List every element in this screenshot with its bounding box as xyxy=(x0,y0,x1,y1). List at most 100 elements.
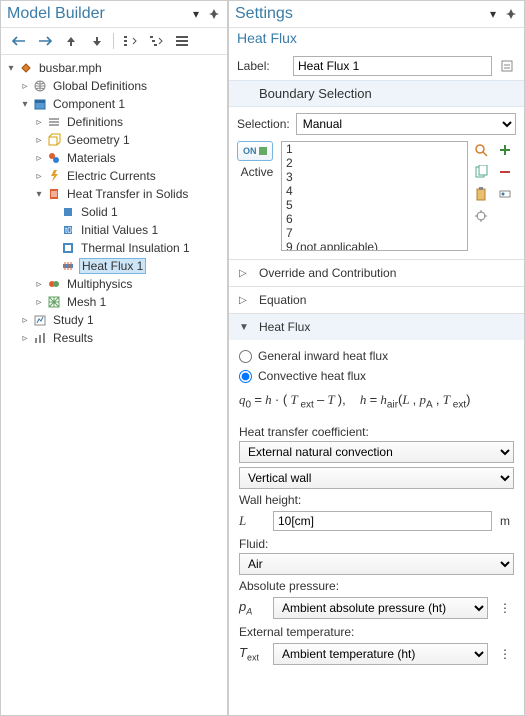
expand-tree-button[interactable] xyxy=(144,31,168,51)
wall-dropdown[interactable]: Vertical wall xyxy=(239,467,514,489)
wallheight-unit: m xyxy=(500,514,514,528)
label-menu-icon[interactable] xyxy=(498,57,516,75)
selection-listbox[interactable]: 12345679 (not applicable) xyxy=(281,141,468,251)
list-item[interactable]: 9 (not applicable) xyxy=(282,240,467,251)
crosshair-icon[interactable] xyxy=(472,207,490,225)
fluid-dropdown[interactable]: Air xyxy=(239,553,514,575)
tree-item[interactable]: ▾ Component 1 xyxy=(3,95,225,113)
pin-icon[interactable] xyxy=(504,7,518,21)
radio-general-row[interactable]: General inward heat flux xyxy=(239,346,514,366)
tree-item-label: Component 1 xyxy=(51,97,127,111)
ext-symbol: Text xyxy=(239,645,265,663)
toggle-sel-icon[interactable] xyxy=(496,185,514,203)
twisty-icon[interactable]: ▾ xyxy=(19,99,31,110)
iv-icon: t0 xyxy=(60,222,76,238)
radio-convective[interactable] xyxy=(239,370,252,383)
list-item[interactable]: 1 xyxy=(282,142,467,156)
selection-dropdown[interactable]: Manual xyxy=(296,113,516,135)
wallheight-input[interactable] xyxy=(273,511,492,531)
solid-icon xyxy=(60,204,76,220)
collapse-icon[interactable]: ▾ xyxy=(486,7,500,21)
ti-icon xyxy=(60,240,76,256)
ec-icon xyxy=(46,168,62,184)
twisty-icon[interactable]: ▹ xyxy=(33,297,45,308)
copy-icon[interactable] xyxy=(472,163,490,181)
tree-item[interactable]: ·t0Initial Values 1 xyxy=(3,221,225,239)
tree-item[interactable]: ▹ Multiphysics xyxy=(3,275,225,293)
tree-item[interactable]: ·Heat Flux 1 xyxy=(3,257,225,275)
tree-item[interactable]: ▹ Definitions xyxy=(3,113,225,131)
down-button[interactable] xyxy=(85,31,109,51)
tree-item[interactable]: ▹Results xyxy=(3,329,225,347)
twisty-icon[interactable]: ▹ xyxy=(33,279,45,290)
res-icon xyxy=(32,330,48,346)
collapse-tree-button[interactable] xyxy=(118,31,142,51)
hf-icon xyxy=(60,258,76,274)
tree-item-label: Mesh 1 xyxy=(65,295,108,309)
list-item[interactable]: 2 xyxy=(282,156,467,170)
twisty-icon[interactable]: ▾ xyxy=(33,189,45,200)
htc-dropdown[interactable]: External natural convection xyxy=(239,441,514,463)
tree-item-label: Global Definitions xyxy=(51,79,149,93)
twisty-icon[interactable]: ▹ xyxy=(19,81,31,92)
twisty-icon[interactable]: ▹ xyxy=(33,135,45,146)
label-input[interactable] xyxy=(293,56,492,76)
tree-item[interactable]: ▹Study 1 xyxy=(3,311,225,329)
abs-dropdown[interactable]: Ambient absolute pressure (ht) xyxy=(273,597,488,619)
twisty-icon[interactable]: ▾ xyxy=(5,63,17,74)
back-button[interactable] xyxy=(7,31,31,51)
tree-item[interactable]: ▾Heat Transfer in Solids xyxy=(3,185,225,203)
override-section[interactable]: ▷Override and Contribution xyxy=(229,259,524,286)
tree-item[interactable]: ▹Materials xyxy=(3,149,225,167)
twisty-icon[interactable]: ▹ xyxy=(33,117,45,128)
list-item[interactable]: 7 xyxy=(282,226,467,240)
up-button[interactable] xyxy=(59,31,83,51)
study-icon xyxy=(32,312,48,328)
pin-icon[interactable] xyxy=(207,7,221,21)
tree-item-label: Definitions xyxy=(65,115,125,129)
equation-section[interactable]: ▷Equation xyxy=(229,286,524,313)
tree-item[interactable]: ▹ Global Definitions xyxy=(3,77,225,95)
collapse-icon: ▼ xyxy=(239,322,249,333)
tree-item[interactable]: ·Thermal Insulation 1 xyxy=(3,239,225,257)
mesh-icon xyxy=(46,294,62,310)
abs-menu-icon[interactable]: ⋮ xyxy=(496,599,514,617)
tree-item[interactable]: ▹Geometry 1 xyxy=(3,131,225,149)
zoom-icon[interactable] xyxy=(472,141,490,159)
paste-icon[interactable] xyxy=(472,185,490,203)
tree-item[interactable]: ·Solid 1 xyxy=(3,203,225,221)
twisty-icon[interactable]: ▹ xyxy=(33,153,45,164)
heatflux-section-header[interactable]: ▼Heat Flux xyxy=(229,313,524,340)
tree-item[interactable]: ▹Electric Currents xyxy=(3,167,225,185)
collapse-icon[interactable]: ▾ xyxy=(189,7,203,21)
tree-mode-button[interactable] xyxy=(170,31,194,51)
ext-dropdown[interactable]: Ambient temperature (ht) xyxy=(273,643,488,665)
model-tree[interactable]: ▾busbar.mph ▹ Global Definitions ▾ Component… xyxy=(1,55,227,715)
settings-title: Settings xyxy=(235,5,482,23)
radio-general[interactable] xyxy=(239,350,252,363)
list-item[interactable]: 5 xyxy=(282,198,467,212)
abs-symbol: pA xyxy=(239,599,265,617)
ext-menu-icon[interactable]: ⋮ xyxy=(496,645,514,663)
boundary-selection-body: ON Active 12345679 (not applicable) xyxy=(229,139,524,259)
active-toggle[interactable]: ON xyxy=(237,141,273,161)
add-icon[interactable] xyxy=(496,141,514,159)
tree-item[interactable]: ▹ Mesh 1 xyxy=(3,293,225,311)
twisty-icon[interactable]: ▹ xyxy=(19,333,31,344)
tree-item[interactable]: ▾busbar.mph xyxy=(3,59,225,77)
list-item[interactable]: 4 xyxy=(282,184,467,198)
twisty-icon[interactable]: ▹ xyxy=(33,171,45,182)
model-builder-toolbar xyxy=(1,28,227,55)
tree-item-label: Multiphysics xyxy=(65,277,134,291)
label-label: Label: xyxy=(237,59,287,73)
list-item[interactable]: 6 xyxy=(282,212,467,226)
forward-button[interactable] xyxy=(33,31,57,51)
twisty-icon[interactable]: ▹ xyxy=(19,315,31,326)
active-label: Active xyxy=(237,165,277,179)
radio-convective-row[interactable]: Convective heat flux xyxy=(239,366,514,386)
tree-item-label: Thermal Insulation 1 xyxy=(79,241,192,255)
remove-icon[interactable] xyxy=(496,163,514,181)
model-builder-header: Model Builder ▾ xyxy=(1,1,227,28)
list-item[interactable]: 3 xyxy=(282,170,467,184)
comp-icon xyxy=(32,96,48,112)
